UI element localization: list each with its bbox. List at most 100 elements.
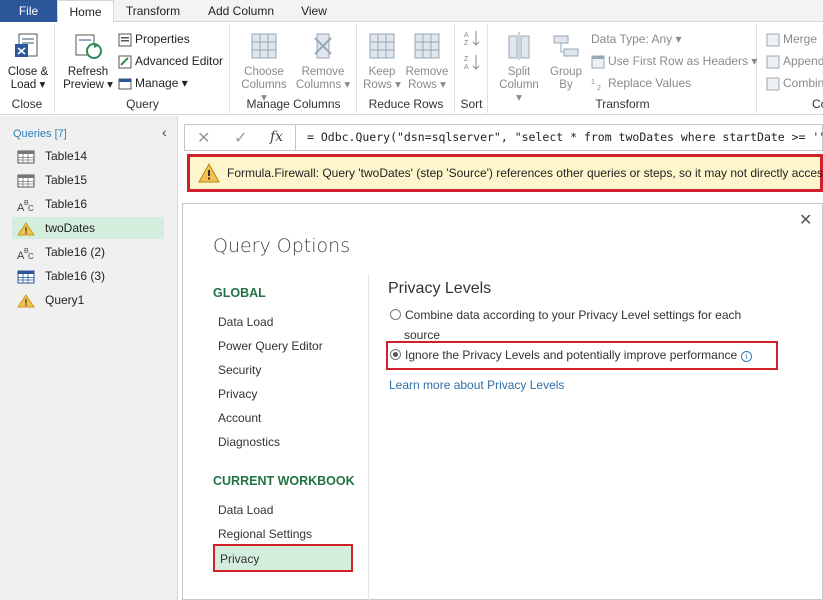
- svg-text:A: A: [464, 32, 469, 39]
- workbook-section-header: CURRENT WORKBOOK: [213, 474, 355, 488]
- dialog-title: Query Options: [213, 235, 351, 257]
- commit-formula-icon[interactable]: ✓: [234, 128, 247, 148]
- svg-text:C: C: [28, 204, 34, 212]
- query-item[interactable]: A B C Table16: [12, 193, 164, 215]
- group-transform: Split Column ▾ Group By Data Type: Any ▾ U…: [489, 24, 757, 113]
- group-combine: Merge Append Combin Com: [758, 24, 823, 113]
- dialog-divider: [368, 274, 369, 600]
- svg-text:1: 1: [591, 79, 595, 86]
- query-item-selected[interactable]: twoDates: [12, 217, 164, 239]
- group-by-icon: [553, 35, 579, 57]
- group-manage-columns: Choose Columns ▾ Remove Columns ▾ Manage C…: [231, 24, 357, 113]
- radio-combine[interactable]: [390, 309, 401, 320]
- nav-global-privacy[interactable]: Privacy: [218, 387, 257, 401]
- warning-icon: [17, 221, 35, 236]
- keep-rows-button[interactable]: Keep Rows ▾: [362, 30, 402, 92]
- radio-ignore[interactable]: [390, 349, 401, 360]
- close-load-button[interactable]: Close & Load ▾: [4, 30, 52, 92]
- combine-privacy-option-line2: source: [404, 328, 441, 342]
- group-query: Refresh Preview ▾ Properties Advanced Ed…: [56, 24, 230, 113]
- query-item[interactable]: A B C Table16 (2): [12, 241, 164, 263]
- sort-descending-icon: ZA: [464, 55, 480, 71]
- info-icon[interactable]: i: [741, 351, 753, 362]
- group-label-sort: Sort: [460, 97, 483, 111]
- sort-descending-button[interactable]: ZA: [464, 52, 483, 72]
- queries-pane: Queries [7] ‹ Table14 Table15 A B C Table16…: [0, 116, 178, 600]
- svg-text:C: C: [28, 252, 34, 260]
- group-label-close: Close: [11, 97, 43, 111]
- sort-ascending-button[interactable]: AZ: [464, 28, 483, 48]
- combine-privacy-option[interactable]: Combine data according to your Privacy L…: [390, 308, 741, 322]
- nav-global-data-load[interactable]: Data Load: [218, 315, 273, 329]
- group-sort: AZ ZA Sort: [456, 24, 488, 113]
- manage-button[interactable]: Manage ▾: [118, 73, 188, 93]
- nav-security[interactable]: Security: [218, 363, 261, 377]
- first-row-headers-icon: [591, 55, 605, 69]
- warning-message: Formula.Firewall: Query 'twoDates' (step…: [227, 166, 823, 180]
- group-label-reduce-rows: Reduce Rows: [368, 97, 444, 111]
- tab-file[interactable]: File: [0, 0, 57, 22]
- ribbon: Close & Load ▾ Close Refresh Preview ▾ P…: [0, 22, 823, 115]
- learn-more-link[interactable]: Learn more about Privacy Levels: [389, 378, 564, 392]
- group-label-transform: Transform: [595, 97, 650, 111]
- warning-icon: [198, 163, 220, 183]
- advanced-editor-button[interactable]: Advanced Editor: [118, 51, 223, 71]
- global-section-header: GLOBAL: [213, 286, 266, 300]
- refresh-icon: [75, 34, 102, 59]
- tab-add-column[interactable]: Add Column: [196, 0, 286, 22]
- remove-rows-button[interactable]: Remove Rows ▾: [404, 30, 450, 92]
- keep-rows-icon: [369, 33, 395, 59]
- query-item[interactable]: Table16 (3): [12, 265, 164, 287]
- replace-values-button[interactable]: 1 2 Replace Values: [591, 73, 691, 93]
- group-reduce-rows: Keep Rows ▾ Remove Rows ▾ Reduce Rows: [358, 24, 455, 113]
- nav-diagnostics[interactable]: Diagnostics: [218, 435, 280, 449]
- append-queries-button[interactable]: Append: [766, 51, 823, 71]
- nav-power-query-editor[interactable]: Power Query Editor: [218, 339, 323, 353]
- close-icon[interactable]: ✕: [799, 210, 812, 230]
- combine-files-button[interactable]: Combin: [766, 73, 823, 93]
- query-item[interactable]: Table15: [12, 169, 164, 191]
- fx-icon[interactable]: fx: [270, 129, 283, 145]
- nav-regional-settings[interactable]: Regional Settings: [218, 527, 312, 541]
- nav-account[interactable]: Account: [218, 411, 261, 425]
- tab-home[interactable]: Home: [57, 0, 114, 23]
- abc-icon: A BC: [17, 200, 34, 212]
- formula-text[interactable]: = Odbc.Query("dsn=sqlserver", "select * …: [307, 130, 823, 144]
- properties-button[interactable]: Properties: [118, 29, 190, 49]
- cancel-formula-icon[interactable]: ✕: [197, 128, 210, 148]
- sort-ascending-icon: AZ: [464, 31, 480, 47]
- group-close: Close & Load ▾ Close: [0, 24, 55, 113]
- firewall-warning-banner: Formula.Firewall: Query 'twoDates' (step…: [187, 154, 823, 192]
- use-first-row-headers-button[interactable]: Use First Row as Headers ▾: [591, 51, 757, 71]
- properties-icon: [118, 33, 132, 47]
- close-load-icon: [15, 33, 38, 57]
- svg-text:A: A: [464, 64, 469, 71]
- tab-view[interactable]: View: [292, 0, 336, 22]
- data-type-dropdown[interactable]: Data Type: Any ▾: [591, 29, 682, 49]
- table-icon: [17, 174, 35, 188]
- table-icon: [17, 270, 35, 284]
- ignore-privacy-option[interactable]: Ignore the Privacy Levels and potentiall…: [390, 348, 753, 362]
- refresh-preview-button[interactable]: Refresh Preview ▾: [62, 30, 114, 92]
- replace-values-icon: 12: [591, 79, 601, 92]
- remove-columns-icon: [314, 33, 332, 59]
- query-options-dialog: ✕ Query Options GLOBAL Data Load Power Q…: [182, 203, 823, 600]
- merge-queries-button[interactable]: Merge: [766, 29, 817, 49]
- table-icon: [17, 150, 35, 164]
- collapse-pane-button[interactable]: ‹: [162, 124, 167, 140]
- group-by-button[interactable]: Group By: [545, 30, 587, 92]
- tab-transform[interactable]: Transform: [117, 0, 189, 22]
- remove-rows-icon: [414, 33, 440, 59]
- choose-columns-button[interactable]: Choose Columns ▾: [237, 30, 291, 105]
- nav-workbook-privacy[interactable]: Privacy: [213, 544, 353, 572]
- remove-columns-button[interactable]: Remove Columns ▾: [295, 30, 351, 92]
- split-column-button[interactable]: Split Column ▾: [495, 30, 543, 105]
- query-item[interactable]: Table14: [12, 145, 164, 167]
- merge-icon: [766, 33, 780, 47]
- choose-columns-icon: [251, 33, 277, 59]
- svg-text:2: 2: [597, 85, 601, 91]
- split-column-icon: [508, 32, 530, 60]
- query-item[interactable]: Query1: [12, 289, 164, 311]
- group-label-query: Query: [126, 97, 159, 111]
- nav-workbook-data-load[interactable]: Data Load: [218, 503, 273, 517]
